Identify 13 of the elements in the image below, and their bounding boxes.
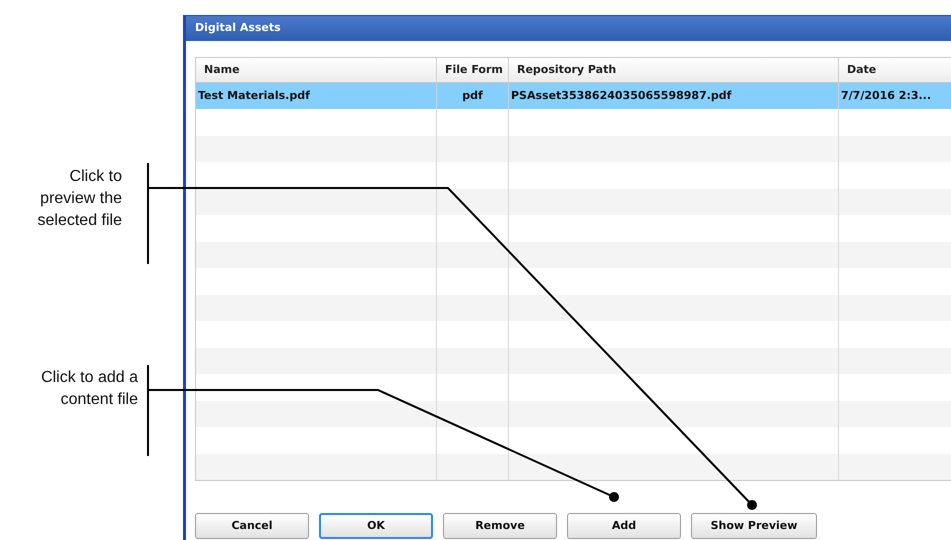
window-title: Digital Assets bbox=[195, 20, 281, 36]
dialog-button[interactable]: Cancel bbox=[195, 513, 309, 539]
preview-button[interactable]: Show Preview bbox=[691, 513, 817, 539]
callout-text: Click to add a content file bbox=[40, 368, 138, 410]
dialog-button[interactable]: Remove bbox=[443, 513, 557, 539]
column-header[interactable]: Name bbox=[196, 58, 437, 82]
callout-text: Click to preview the selected file bbox=[36, 167, 122, 231]
dialog-button[interactable]: Add bbox=[567, 513, 681, 539]
dialog-button[interactable]: OK bbox=[319, 513, 433, 539]
column-header[interactable]: Date bbox=[839, 58, 951, 82]
column-header[interactable]: Repository Path bbox=[509, 58, 839, 82]
column-header[interactable]: File Form bbox=[437, 58, 509, 82]
table-row[interactable]: Test Materials.pdf pdf PSAsset3538624035065598987.pdf 7/7/2016 2:3... bbox=[196, 83, 951, 109]
